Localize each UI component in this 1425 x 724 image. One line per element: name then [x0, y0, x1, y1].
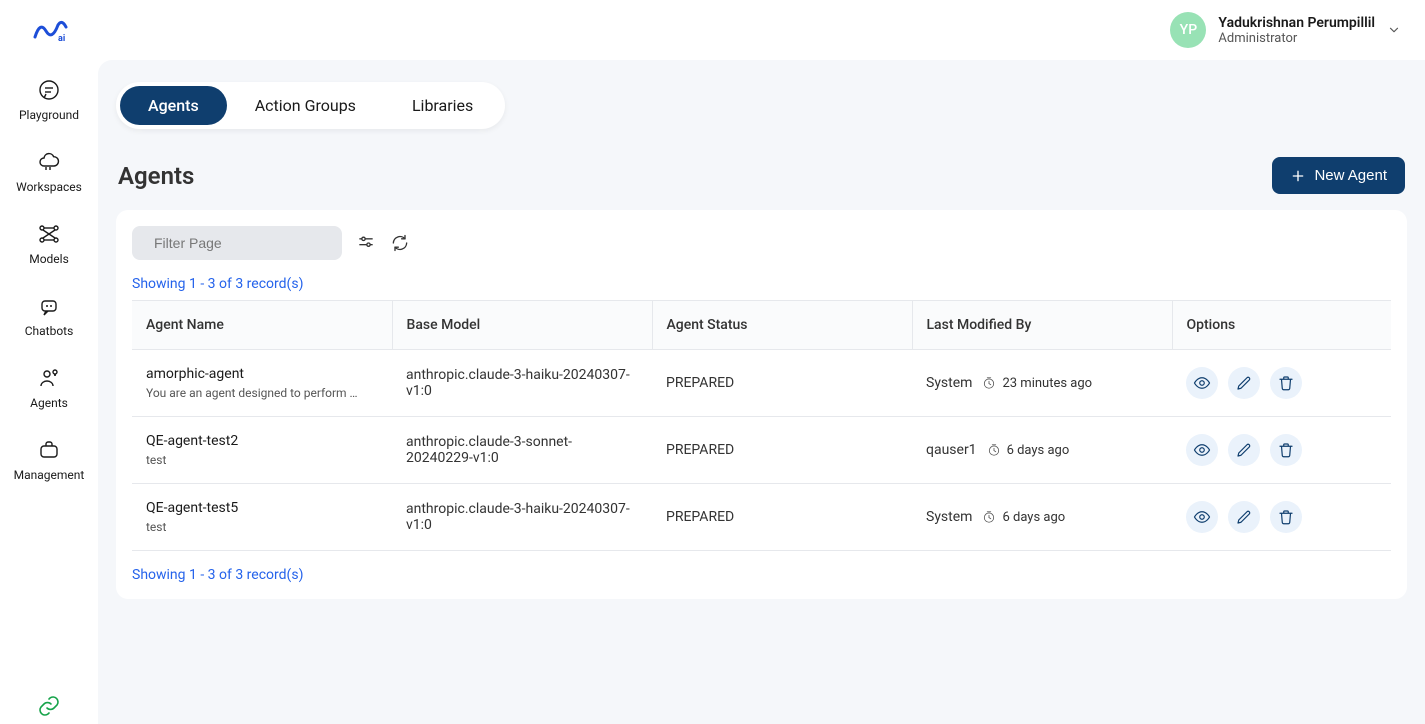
tab-action-groups[interactable]: Action Groups: [227, 86, 384, 125]
new-agent-button[interactable]: New Agent: [1272, 157, 1405, 194]
pencil-icon: [1235, 441, 1253, 459]
modified-time: 6 days ago: [982, 510, 1065, 525]
agent-status: PREPARED: [652, 484, 912, 551]
card-toolbar: [132, 226, 1391, 260]
tab-label: Action Groups: [255, 96, 356, 115]
table-row[interactable]: amorphic-agent You are an agent designed…: [132, 350, 1391, 417]
agents-table: Agent Name Base Model Agent Status Last …: [132, 300, 1391, 551]
filter-search-box[interactable]: [132, 226, 342, 260]
modified-by-user: System: [926, 509, 972, 525]
filter-input[interactable]: [154, 235, 335, 251]
agent-name: amorphic-agent: [146, 366, 378, 382]
user-menu[interactable]: YP Yadukrishnan Perumpillil Administrato…: [1170, 12, 1401, 48]
sidebar-item-agents[interactable]: Agents: [0, 360, 98, 416]
app-logo: ai: [16, 17, 74, 43]
view-button[interactable]: [1186, 501, 1218, 533]
col-header-model[interactable]: Base Model: [392, 301, 652, 350]
network-icon: [37, 222, 61, 246]
view-button[interactable]: [1186, 434, 1218, 466]
modified-by-user: System: [926, 375, 972, 391]
sidebar-item-label: Chatbots: [25, 324, 74, 338]
bot-icon: [37, 294, 61, 318]
edit-button[interactable]: [1228, 434, 1260, 466]
sidebar-item-playground[interactable]: Playground: [0, 72, 98, 128]
refresh-icon[interactable]: [390, 233, 410, 253]
trash-icon: [1277, 374, 1295, 392]
modified-time: 6 days ago: [987, 443, 1070, 458]
agent-status: PREPARED: [652, 350, 912, 417]
clock-icon: [982, 510, 996, 524]
col-header-modified-by[interactable]: Last Modified By: [912, 301, 1172, 350]
agent-name: QE-agent-test2: [146, 433, 378, 449]
sidebar-item-label: Playground: [19, 108, 79, 122]
tab-agents[interactable]: Agents: [120, 86, 227, 125]
agent-description: test: [146, 520, 366, 534]
chat-icon: [37, 78, 61, 102]
delete-button[interactable]: [1270, 501, 1302, 533]
pencil-icon: [1235, 374, 1253, 392]
tab-libraries[interactable]: Libraries: [384, 86, 501, 125]
clock-icon: [987, 443, 1001, 457]
chevron-down-icon: [1387, 23, 1401, 37]
sidebar-item-amorphic[interactable]: [0, 694, 98, 718]
eye-icon: [1193, 441, 1211, 459]
col-header-options: Options: [1172, 301, 1391, 350]
table-row[interactable]: QE-agent-test2 test anthropic.claude-3-s…: [132, 417, 1391, 484]
sidebar-item-management[interactable]: Management: [0, 432, 98, 488]
table-row[interactable]: QE-agent-test5 test anthropic.claude-3-h…: [132, 484, 1391, 551]
sidebar: Playground Workspaces Models: [0, 60, 98, 724]
tab-label: Libraries: [412, 96, 473, 115]
clock-icon: [982, 376, 996, 390]
col-header-status[interactable]: Agent Status: [652, 301, 912, 350]
records-summary-bottom: Showing 1 - 3 of 3 record(s): [132, 567, 1391, 583]
agent-description: test: [146, 453, 366, 467]
filter-settings-icon[interactable]: [356, 233, 376, 253]
link-icon: [37, 694, 61, 718]
tab-label: Agents: [148, 96, 199, 115]
cloud-icon: [37, 150, 61, 174]
view-button[interactable]: [1186, 367, 1218, 399]
records-summary-top: Showing 1 - 3 of 3 record(s): [132, 276, 1391, 292]
logo-icon: ai: [32, 17, 74, 43]
plus-icon: [1290, 168, 1306, 184]
col-header-name[interactable]: Agent Name: [132, 301, 392, 350]
page-title: Agents: [118, 162, 194, 190]
modified-time: 23 minutes ago: [982, 376, 1092, 391]
user-name: Yadukrishnan Perumpillil: [1218, 15, 1375, 31]
briefcase-icon: [37, 438, 61, 462]
sidebar-item-label: Models: [29, 252, 69, 266]
trash-icon: [1277, 441, 1295, 459]
sidebar-item-label: Workspaces: [16, 180, 82, 194]
sidebar-item-label: Management: [14, 468, 85, 482]
agent-name: QE-agent-test5: [146, 500, 378, 516]
edit-button[interactable]: [1228, 367, 1260, 399]
view-tabs: Agents Action Groups Libraries: [116, 82, 505, 129]
eye-icon: [1193, 374, 1211, 392]
app-header: ai YP Yadukrishnan Perumpillil Administr…: [0, 0, 1425, 60]
eye-icon: [1193, 508, 1211, 526]
svg-text:ai: ai: [58, 34, 65, 43]
pencil-icon: [1235, 508, 1253, 526]
agents-icon: [37, 366, 61, 390]
delete-button[interactable]: [1270, 367, 1302, 399]
edit-button[interactable]: [1228, 501, 1260, 533]
trash-icon: [1277, 508, 1295, 526]
agent-status: PREPARED: [652, 417, 912, 484]
avatar: YP: [1170, 12, 1206, 48]
agent-model: anthropic.claude-3-haiku-20240307-v1:0: [392, 484, 652, 551]
new-agent-label: New Agent: [1314, 167, 1387, 184]
main-content: Agents Action Groups Libraries Agents Ne…: [98, 60, 1425, 724]
sidebar-item-label: Agents: [30, 396, 68, 410]
modified-by-user: qauser1: [926, 442, 977, 458]
user-role: Administrator: [1218, 31, 1375, 46]
sidebar-item-workspaces[interactable]: Workspaces: [0, 144, 98, 200]
agents-card: Showing 1 - 3 of 3 record(s) Agent Name …: [116, 210, 1407, 599]
sidebar-item-chatbots[interactable]: Chatbots: [0, 288, 98, 344]
agent-model: anthropic.claude-3-sonnet-20240229-v1:0: [392, 417, 652, 484]
delete-button[interactable]: [1270, 434, 1302, 466]
agent-model: anthropic.claude-3-haiku-20240307-v1:0: [392, 350, 652, 417]
sidebar-item-models[interactable]: Models: [0, 216, 98, 272]
agent-description: You are an agent designed to perform …: [146, 386, 366, 400]
